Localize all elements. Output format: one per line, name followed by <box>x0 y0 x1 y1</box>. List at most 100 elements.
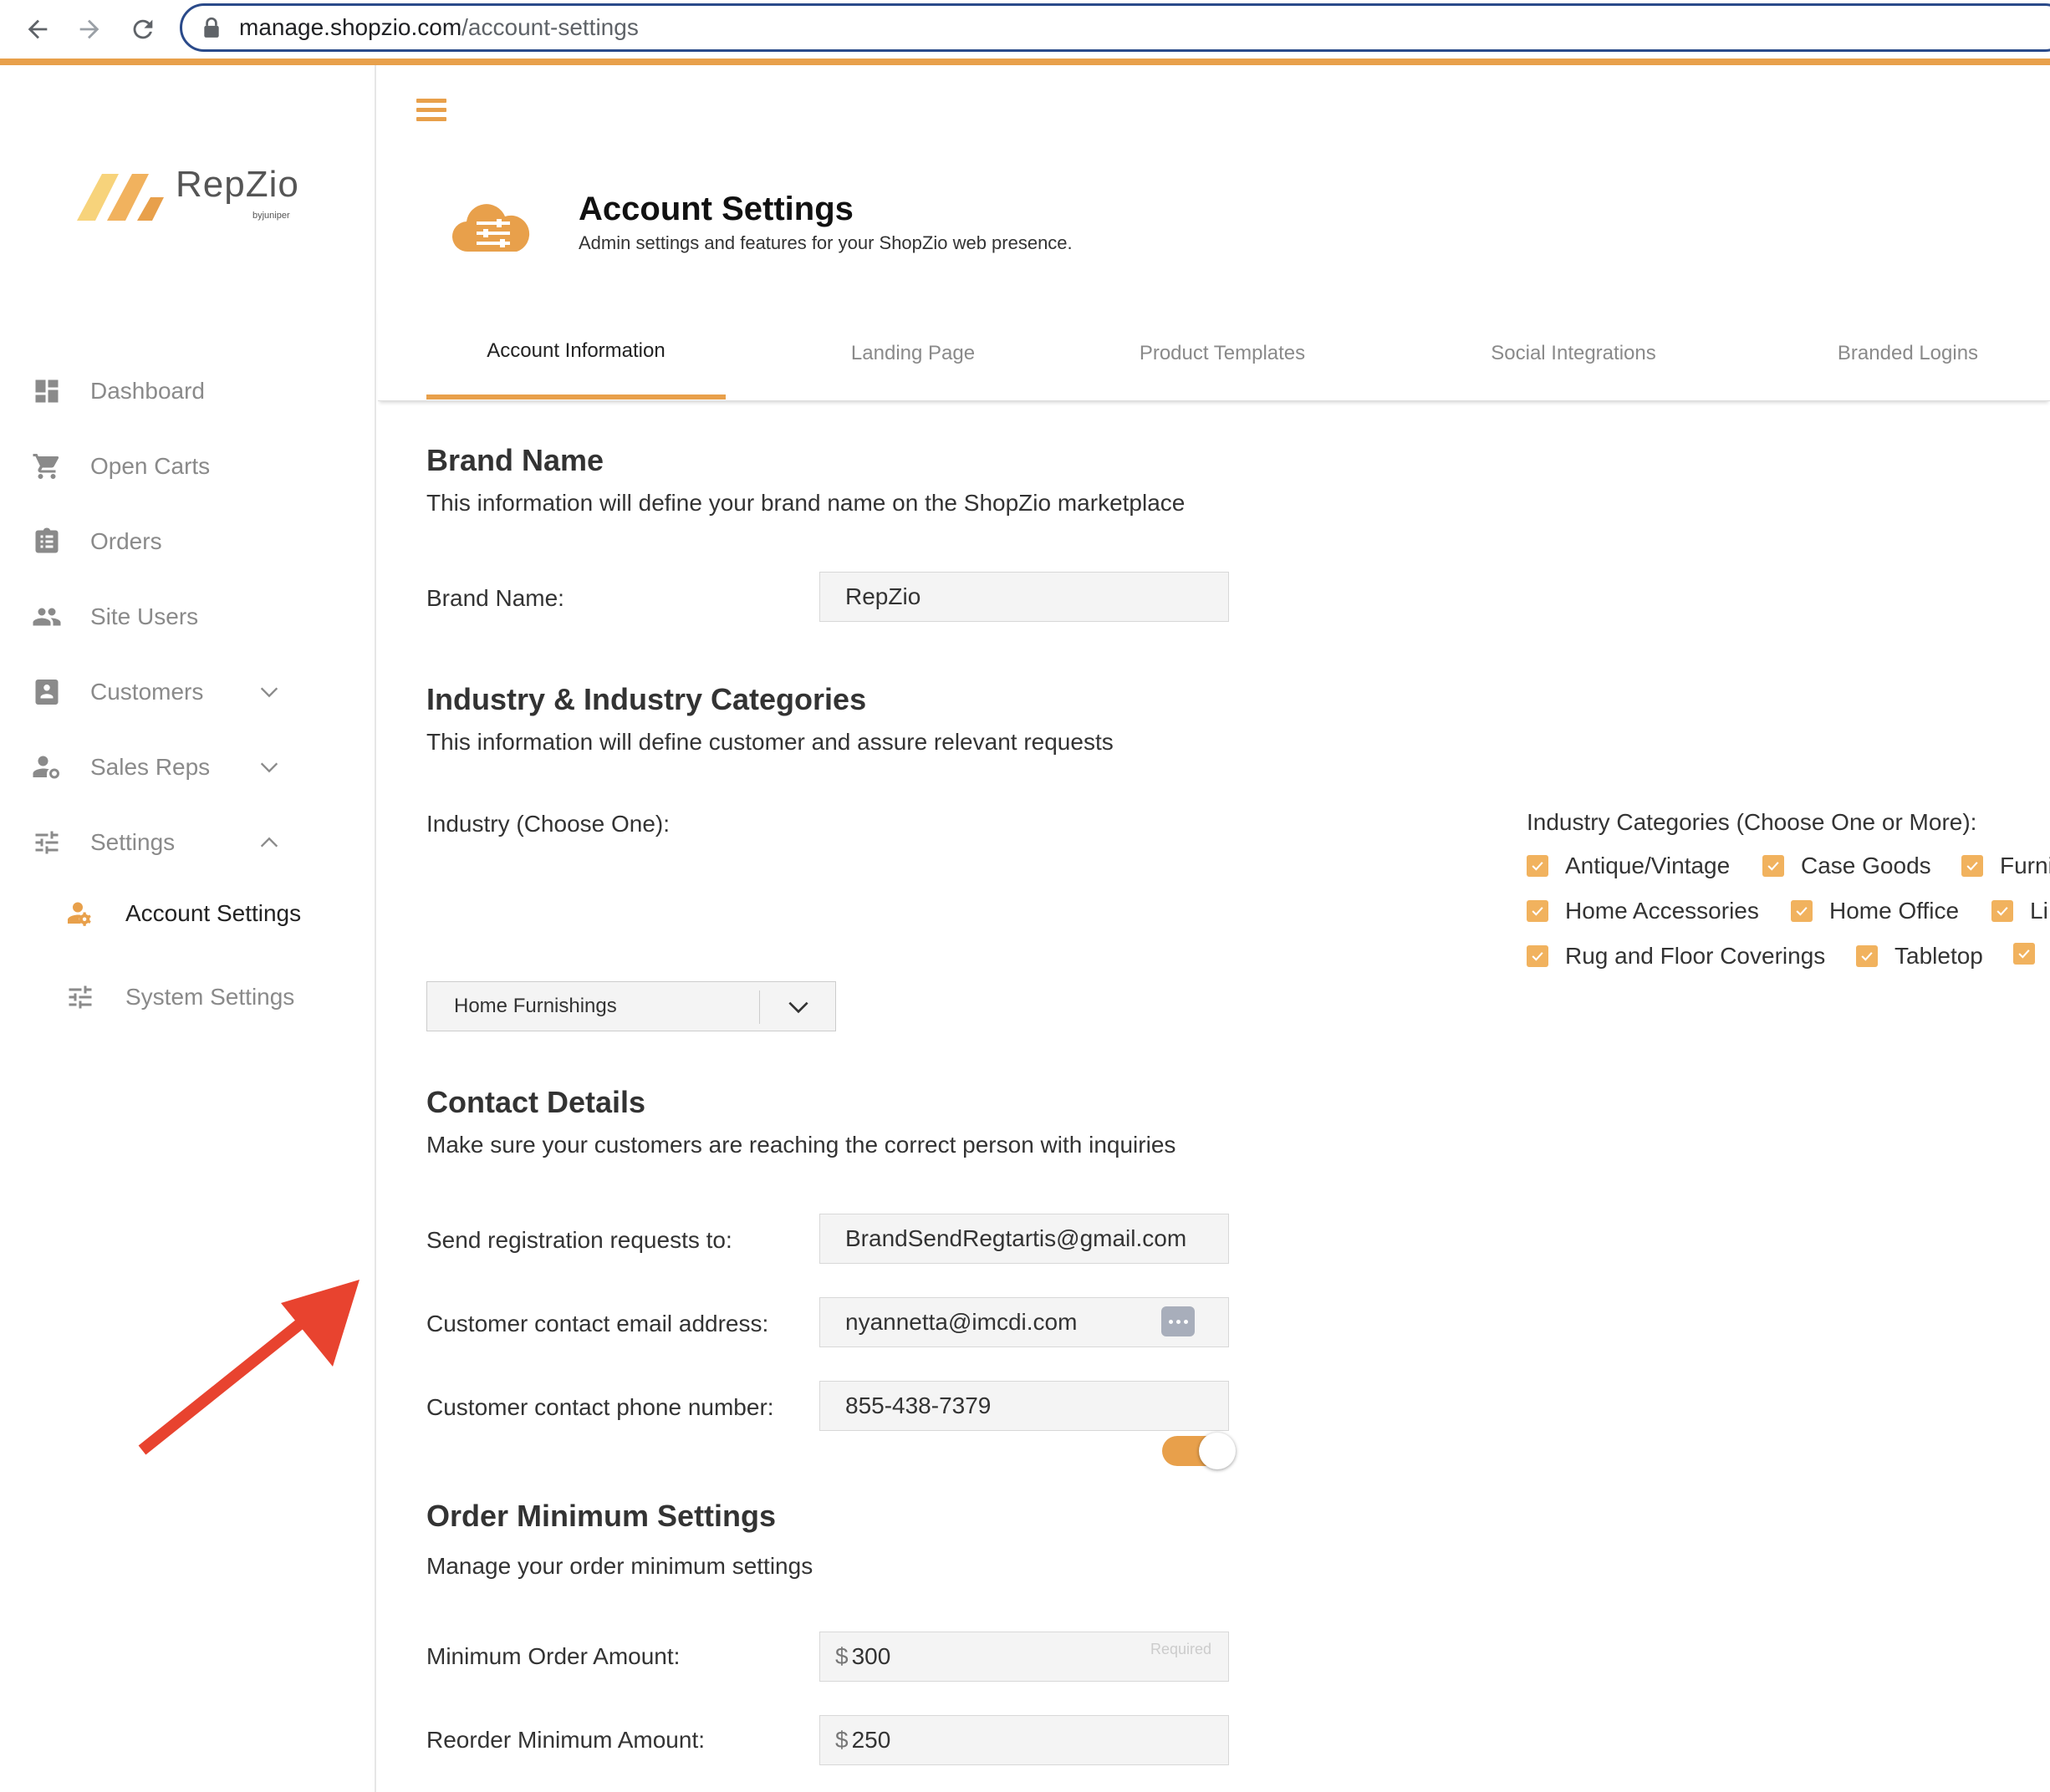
chevron-down-icon[interactable] <box>258 680 281 704</box>
reload-button[interactable] <box>122 8 164 50</box>
required-hint: Required <box>1150 1641 1211 1657</box>
sidebar-item-label: System Settings <box>125 984 295 1010</box>
brand-name-input[interactable]: RepZio <box>819 572 1229 622</box>
order-minimum-section-desc: Manage your order minimum settings <box>426 1553 813 1579</box>
registration-email-input[interactable]: BrandSendRegtartis@gmail.com <box>819 1214 1229 1264</box>
tab-product-templates[interactable]: Product Templates <box>1080 308 1364 400</box>
reorder-minimum-label: Reorder Minimum Amount: <box>426 1727 706 1753</box>
sidebar-item-account-settings[interactable]: Account Settings <box>0 888 376 939</box>
registration-email-label: Send registration requests to: <box>426 1227 732 1253</box>
chevron-down-icon[interactable] <box>258 756 281 779</box>
category-label: Li <box>2030 898 2048 924</box>
category-checkbox-tabletop[interactable]: Tabletop <box>1856 943 1983 970</box>
category-checkbox-antique-vintage[interactable]: Antique/Vintage <box>1527 853 1730 879</box>
sidebar-item-label: Site Users <box>90 603 199 629</box>
minimum-order-input[interactable]: $ 300 Required <box>819 1632 1229 1682</box>
tab-landing-page[interactable]: Landing Page <box>779 308 1047 400</box>
customer-email-input[interactable]: nyannetta@imcdi.com <box>819 1297 1229 1347</box>
category-label: Case Goods <box>1801 853 1931 878</box>
brand-section-title: Brand Name <box>426 443 604 477</box>
category-checkbox-lighting[interactable]: Li <box>1991 898 2048 924</box>
sales-rep-icon <box>30 751 64 784</box>
page-title: Account Settings <box>579 191 854 227</box>
industry-selected-value: Home Furnishings <box>454 995 617 1017</box>
sidebar-item-site-users[interactable]: Site Users <box>0 592 376 642</box>
sidebar: RepZio byjuniper Dashboard Open Carts Or… <box>0 65 376 1792</box>
category-checkbox-rug-floor[interactable]: Rug and Floor Coverings <box>1527 943 1825 970</box>
category-checkbox-truncated[interactable] <box>2013 943 2050 965</box>
tab-account-information[interactable]: Account Information <box>426 308 726 400</box>
industry-label: Industry (Choose One): <box>426 811 671 837</box>
checkbox-checked-icon <box>1527 900 1548 922</box>
customer-phone-value: 855-438-7379 <box>845 1392 992 1418</box>
sidebar-item-customers[interactable]: Customers <box>0 667 376 717</box>
contact-book-icon <box>30 675 64 709</box>
checkbox-checked-icon <box>1791 900 1813 922</box>
sidebar-item-label: Dashboard <box>90 378 205 404</box>
address-bar[interactable]: manage.shopzio.com /account-settings <box>180 3 2050 52</box>
reorder-minimum-value: 250 <box>851 1727 891 1753</box>
sidebar-item-label: Customers <box>90 679 204 705</box>
menu-icon[interactable] <box>416 99 446 124</box>
category-label: Furni <box>2000 853 2050 878</box>
sliders-icon <box>64 980 97 1014</box>
arrow-right-icon <box>79 19 99 39</box>
category-checkbox-home-accessories[interactable]: Home Accessories <box>1527 898 1759 924</box>
sidebar-item-system-settings[interactable]: System Settings <box>0 972 376 1022</box>
chevron-up-icon[interactable] <box>258 831 281 854</box>
checkbox-checked-icon <box>1527 855 1548 877</box>
category-checkbox-furniture[interactable]: Furni <box>1961 853 2050 879</box>
settings-tabs: Account Information Landing Page Product… <box>378 308 2050 401</box>
cart-icon <box>30 450 64 483</box>
category-label: Tabletop <box>1894 943 1983 969</box>
logo-subtext: byjuniper <box>252 211 290 221</box>
repzio-logo[interactable]: RepZio byjuniper <box>77 164 311 239</box>
sidebar-item-dashboard[interactable]: Dashboard <box>0 366 376 416</box>
registration-email-value: BrandSendRegtartis@gmail.com <box>845 1225 1187 1251</box>
tab-social-integrations[interactable]: Social Integrations <box>1431 308 1716 400</box>
contact-section-desc: Make sure your customers are reaching th… <box>426 1132 1176 1158</box>
sidebar-item-settings[interactable]: Settings <box>0 817 376 868</box>
users-icon <box>30 600 64 634</box>
order-minimum-section-title: Order Minimum Settings <box>426 1499 777 1533</box>
currency-symbol: $ <box>835 1643 849 1669</box>
logo-text: RepZio <box>176 164 299 205</box>
back-button[interactable] <box>17 8 59 50</box>
sidebar-item-open-carts[interactable]: Open Carts <box>0 441 376 491</box>
main-content: Account Settings Admin settings and feat… <box>378 65 2050 1792</box>
header-accent-rule <box>0 59 2050 65</box>
customer-email-value: nyannetta@imcdi.com <box>845 1309 1078 1335</box>
category-label: Home Accessories <box>1565 898 1759 924</box>
brand-name-label: Brand Name: <box>426 585 564 611</box>
sidebar-item-sales-reps[interactable]: Sales Reps <box>0 742 376 792</box>
toggle-knob <box>1199 1433 1236 1469</box>
page-subtitle: Admin settings and features for your Sho… <box>579 232 1073 253</box>
sidebar-item-orders[interactable]: Orders <box>0 517 376 567</box>
url-path: /account-settings <box>462 14 639 40</box>
sidebar-item-label: Account Settings <box>125 900 302 926</box>
checkbox-checked-icon <box>1856 945 1878 967</box>
reorder-minimum-input[interactable]: $ 250 <box>819 1715 1229 1765</box>
user-gear-icon <box>64 897 97 930</box>
annotation-arrow-icon <box>138 1280 360 1455</box>
customer-email-label: Customer contact email address: <box>426 1311 769 1336</box>
reload-icon <box>133 19 153 39</box>
forward-button[interactable] <box>69 8 110 50</box>
lock-icon <box>204 17 219 38</box>
category-label: Rug and Floor Coverings <box>1565 943 1826 969</box>
sidebar-item-label: Open Carts <box>90 453 211 479</box>
order-minimum-toggle[interactable] <box>1162 1433 1236 1469</box>
checkbox-checked-icon <box>1961 855 1983 877</box>
tab-branded-logins[interactable]: Branded Logins <box>1782 308 2033 400</box>
category-label: Antique/Vintage <box>1565 853 1731 878</box>
contact-section-title: Contact Details <box>426 1085 646 1119</box>
industry-select[interactable]: Home Furnishings <box>426 981 836 1031</box>
customer-phone-input[interactable]: 855-438-7379 <box>819 1381 1229 1431</box>
password-manager-icon[interactable] <box>1161 1306 1195 1336</box>
dashboard-icon <box>30 374 64 408</box>
category-checkbox-home-office[interactable]: Home Office <box>1791 898 1959 924</box>
logo-mark-icon <box>77 174 164 221</box>
industry-section-title: Industry & Industry Categories <box>426 682 867 716</box>
category-checkbox-case-goods[interactable]: Case Goods <box>1762 853 1931 879</box>
select-divider <box>759 990 760 1024</box>
